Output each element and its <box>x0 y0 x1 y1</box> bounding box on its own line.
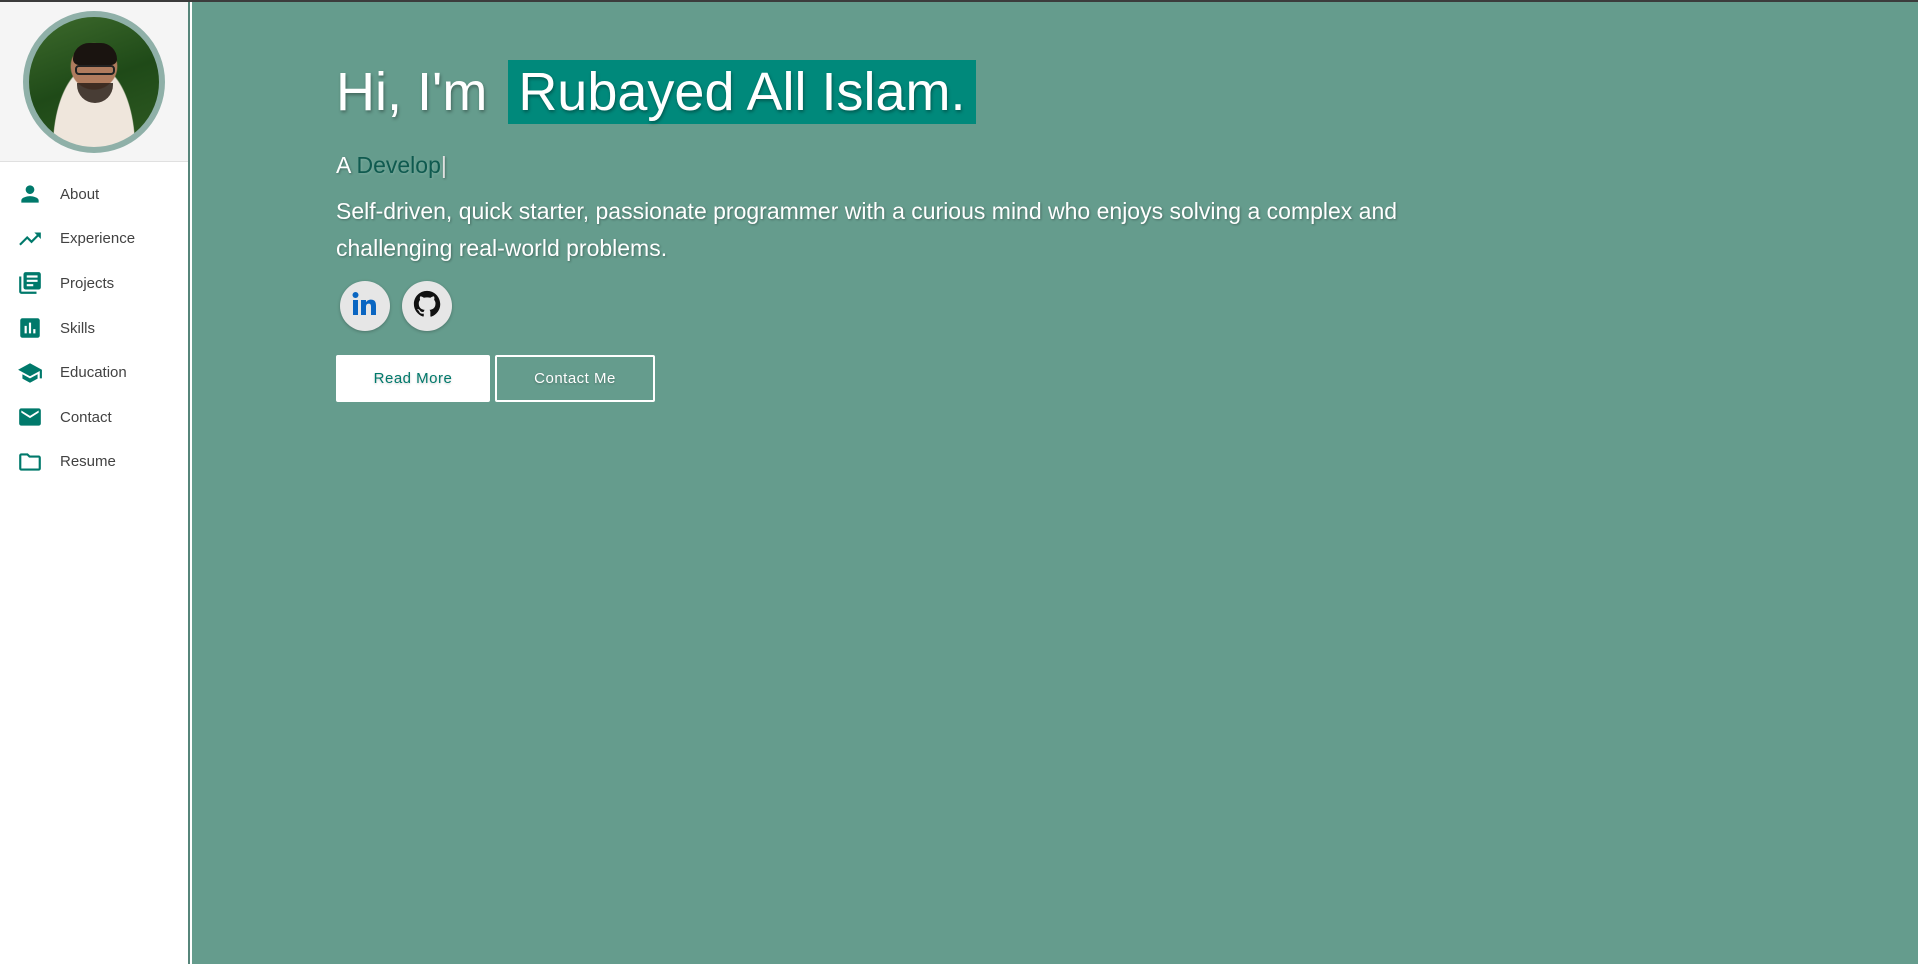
sidebar-item-label: Projects <box>60 274 115 292</box>
sidebar-item-label: Contact <box>60 408 112 426</box>
bar-chart-icon <box>17 315 43 341</box>
email-icon <box>17 404 43 430</box>
sidebar-item-label: Education <box>60 364 127 382</box>
github-link[interactable] <box>402 281 452 331</box>
greeting-text: Hi, I'm <box>336 62 488 122</box>
sidebar: About Experience Projects Skills Educati… <box>0 2 190 964</box>
library-books-icon <box>17 270 43 296</box>
folder-icon <box>17 449 43 475</box>
sidebar-item-projects[interactable]: Projects <box>0 261 188 306</box>
profile-header <box>0 2 188 162</box>
sidebar-item-education[interactable]: Education <box>0 350 188 395</box>
read-more-button[interactable]: Read More <box>336 355 490 402</box>
sidebar-item-label: About <box>60 185 100 203</box>
typing-cursor: | <box>440 152 447 178</box>
role-prefix: A <box>336 152 351 178</box>
sidebar-item-about[interactable]: About <box>0 172 188 217</box>
sidebar-item-label: Experience <box>60 230 136 248</box>
sidebar-item-contact[interactable]: Contact <box>0 395 188 440</box>
avatar <box>23 10 165 153</box>
sidebar-item-label: Resume <box>60 453 116 471</box>
linkedin-icon <box>350 289 380 324</box>
role-typed-text: Develop <box>356 152 441 178</box>
hero-title: Hi, I'm Rubayed All Islam. <box>336 60 1436 124</box>
top-border <box>0 0 1918 2</box>
sidebar-item-label: Skills <box>60 319 96 337</box>
cta-buttons: Read More Contact Me <box>336 355 1436 402</box>
linkedin-link[interactable] <box>340 281 390 331</box>
social-links <box>336 281 1436 331</box>
person-icon <box>17 181 43 207</box>
contact-me-button[interactable]: Contact Me <box>495 355 655 402</box>
typed-role: A Develop| <box>336 152 1436 179</box>
sidebar-item-experience[interactable]: Experience <box>0 217 188 262</box>
sidebar-item-skills[interactable]: Skills <box>0 306 188 351</box>
hero-content: Hi, I'm Rubayed All Islam. A Develop| Se… <box>336 60 1436 402</box>
trending-up-icon <box>17 226 43 252</box>
sidebar-item-resume[interactable]: Resume <box>0 440 188 485</box>
name-highlight: Rubayed All Islam. <box>508 60 976 124</box>
hero-section: Hi, I'm Rubayed All Islam. A Develop| Se… <box>192 2 1918 964</box>
tagline: Self-driven, quick starter, passionate p… <box>336 198 1398 261</box>
github-icon <box>412 289 442 324</box>
graduation-cap-icon <box>17 360 43 386</box>
sidebar-nav: About Experience Projects Skills Educati… <box>0 162 188 484</box>
